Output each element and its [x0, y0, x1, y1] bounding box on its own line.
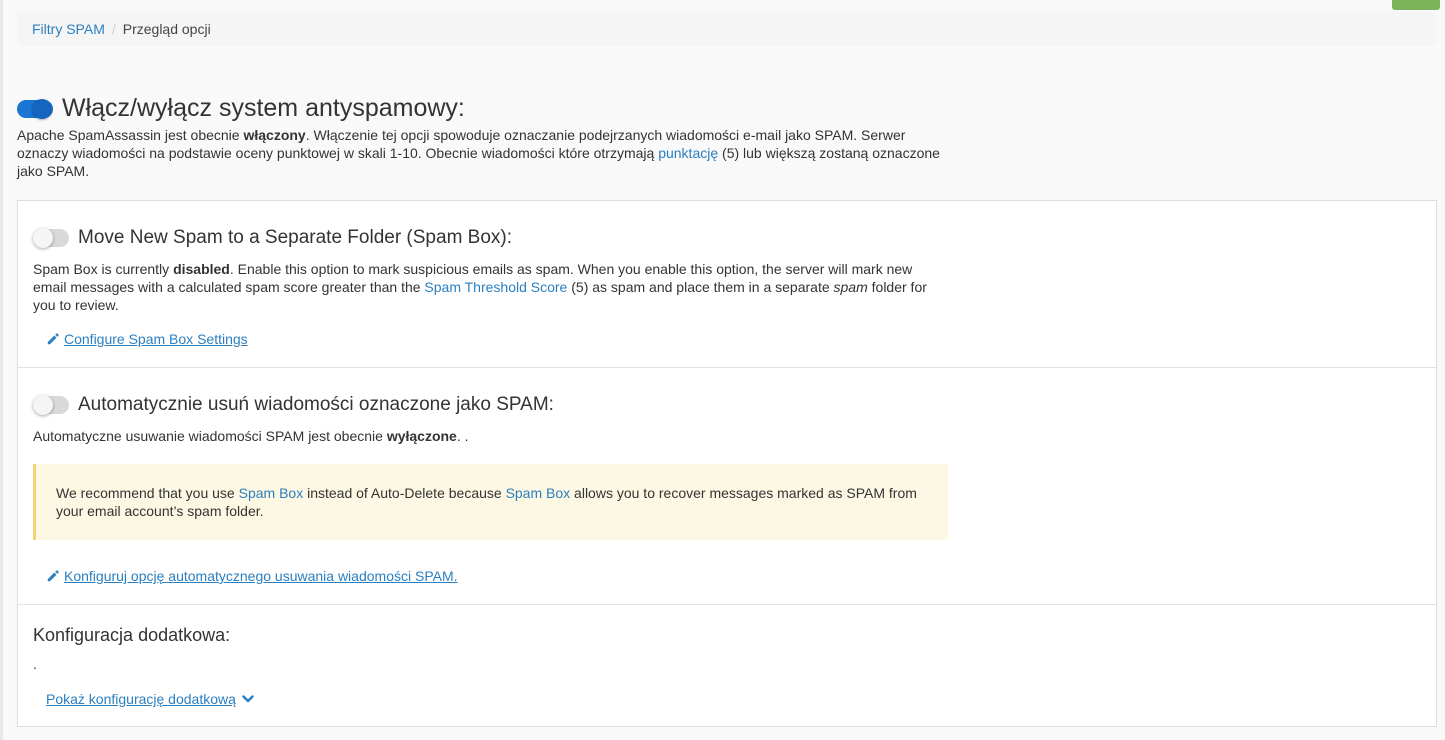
spam-box-section: Move New Spam to a Separate Folder (Spam… — [18, 201, 1436, 368]
auto-delete-title: Automatycznie usuń wiadomości oznaczone … — [78, 394, 554, 415]
spam-box-description: Spam Box is currently disabled. Enable t… — [33, 260, 933, 314]
configure-auto-delete-label: Konfiguruj opcję automatycznego usuwania… — [64, 568, 458, 584]
auto-delete-desc-text-2: . . — [456, 428, 469, 444]
additional-config-section: Konfiguracja dodatkowa: . Pokaż konfigur… — [18, 605, 1436, 726]
antispam-title: Włącz/wyłącz system antyspamowy: — [62, 94, 465, 122]
antispam-header: Włącz/wyłącz system antyspamowy: — [17, 94, 465, 123]
antispam-status: włączony — [243, 127, 306, 143]
auto-delete-desc-text: Automatyczne usuwanie wiadomości SPAM je… — [33, 428, 387, 444]
breadcrumb-link-spam-filters[interactable]: Filtry SPAM — [32, 21, 105, 37]
spam-box-title: Move New Spam to a Separate Folder (Spam… — [78, 227, 513, 248]
antispam-description: Apache SpamAssassin jest obecnie włączon… — [17, 126, 942, 180]
auto-delete-section: Automatycznie usuń wiadomości oznaczone … — [18, 368, 1436, 605]
spam-box-header: Move New Spam to a Separate Folder (Spam… — [33, 227, 512, 249]
alert-text: We recommend that you use — [56, 485, 239, 501]
additional-config-header: Konfiguracja dodatkowa: — [33, 625, 230, 646]
configure-spam-box-label: Configure Spam Box Settings — [64, 331, 248, 347]
options-panel: Move New Spam to a Separate Folder (Spam… — [17, 200, 1437, 727]
breadcrumb: Filtry SPAM / Przegląd opcji — [17, 12, 1436, 46]
configure-spam-box-link[interactable]: Configure Spam Box Settings — [46, 331, 248, 347]
configure-auto-delete-link[interactable]: Konfiguruj opcję automatycznego usuwania… — [46, 568, 458, 584]
alert-spam-box-link-2[interactable]: Spam Box — [506, 485, 571, 501]
breadcrumb-separator: / — [111, 21, 116, 37]
additional-config-title: Konfiguracja dodatkowa: — [33, 625, 231, 645]
score-link[interactable]: punktację — [658, 145, 718, 161]
show-additional-config-link[interactable]: Pokaż konfigurację dodatkową — [46, 691, 254, 707]
spam-threshold-link[interactable]: Spam Threshold Score — [424, 279, 567, 295]
corner-tab-button[interactable] — [1392, 0, 1440, 10]
auto-delete-status: wyłączone — [386, 428, 457, 444]
pencil-icon — [47, 333, 59, 345]
chevron-down-icon — [242, 695, 254, 703]
spam-box-recommendation-alert: We recommend that you use Spam Box inste… — [33, 464, 948, 540]
auto-delete-header: Automatycznie usuń wiadomości oznaczone … — [33, 394, 554, 416]
spam-folder-em: spam — [833, 279, 868, 295]
auto-delete-toggle[interactable] — [33, 395, 69, 415]
additional-config-description: . — [33, 656, 37, 672]
alert-text-2: instead of Auto-Delete because — [303, 485, 506, 501]
antispam-toggle[interactable] — [17, 98, 53, 119]
spam-box-toggle[interactable] — [33, 228, 69, 248]
antispam-desc-text: Apache SpamAssassin jest obecnie — [17, 127, 244, 143]
page-edge — [0, 0, 3, 740]
breadcrumb-current: Przegląd opcji — [122, 21, 211, 37]
pencil-icon — [47, 570, 59, 582]
alert-spam-box-link-1[interactable]: Spam Box — [239, 485, 304, 501]
show-additional-config-label: Pokaż konfigurację dodatkową — [46, 691, 236, 707]
spam-box-status: disabled — [173, 261, 230, 277]
auto-delete-description: Automatyczne usuwanie wiadomości SPAM je… — [33, 427, 933, 445]
spam-box-desc-text-3: (5) as spam and place them in a separate — [567, 279, 834, 295]
spam-box-desc-text: Spam Box is currently — [33, 261, 174, 277]
